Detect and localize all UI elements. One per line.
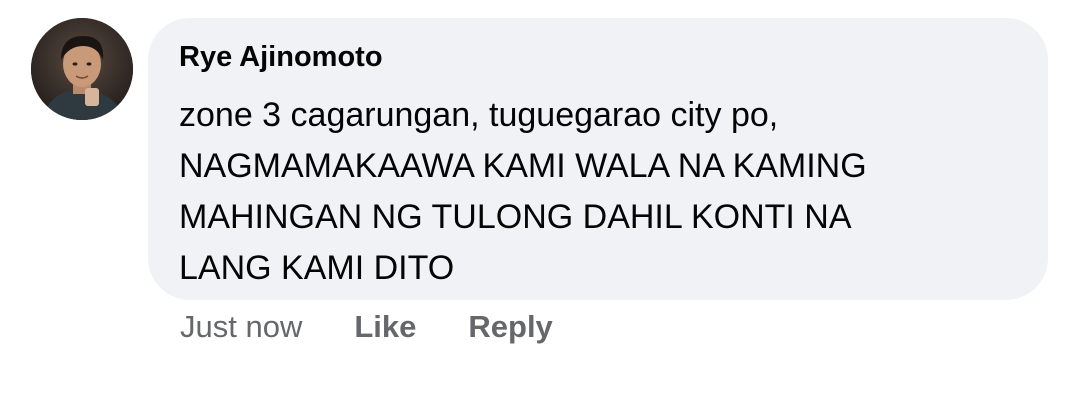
comment-timestamp[interactable]: Just now (180, 307, 302, 347)
like-button[interactable]: Like (354, 307, 416, 347)
comment-text-line: MAHINGAN NG TULONG DAHIL KONTI NA (179, 198, 852, 236)
comment-text: zone 3 cagarungan, tuguegarao city po, N… (179, 90, 1009, 294)
comment-text-line: zone 3 cagarungan, tuguegarao city po, (179, 96, 779, 134)
comment-text-line: NAGMAMAKAAWA KAMI WALA NA KAMING (179, 147, 867, 185)
comment-actions: Just now Like Reply (180, 307, 553, 347)
profile-photo-icon (31, 18, 133, 120)
comment-author-name[interactable]: Rye Ajinomoto (179, 38, 1018, 76)
comment-text-line: LANG KAMI DITO (179, 249, 455, 287)
reply-button[interactable]: Reply (468, 307, 552, 347)
comment-bubble: Rye Ajinomoto zone 3 cagarungan, tuguega… (148, 18, 1048, 300)
avatar[interactable] (31, 18, 133, 120)
